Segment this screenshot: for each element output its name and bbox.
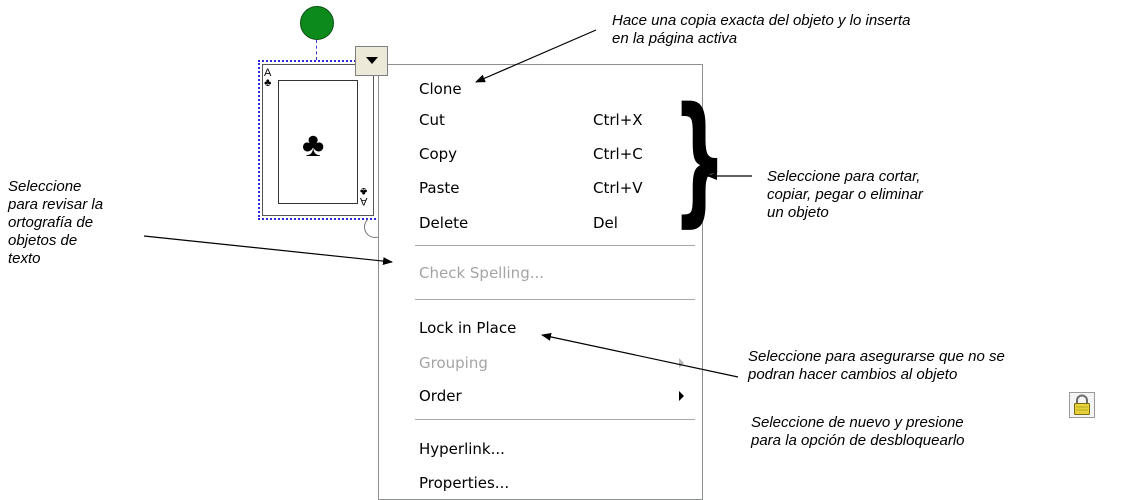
- arrow-clone: [475, 29, 597, 83]
- arrow-spelling: [143, 235, 393, 266]
- arrow-lock: [541, 332, 739, 378]
- annotation-arrows: [143, 29, 752, 378]
